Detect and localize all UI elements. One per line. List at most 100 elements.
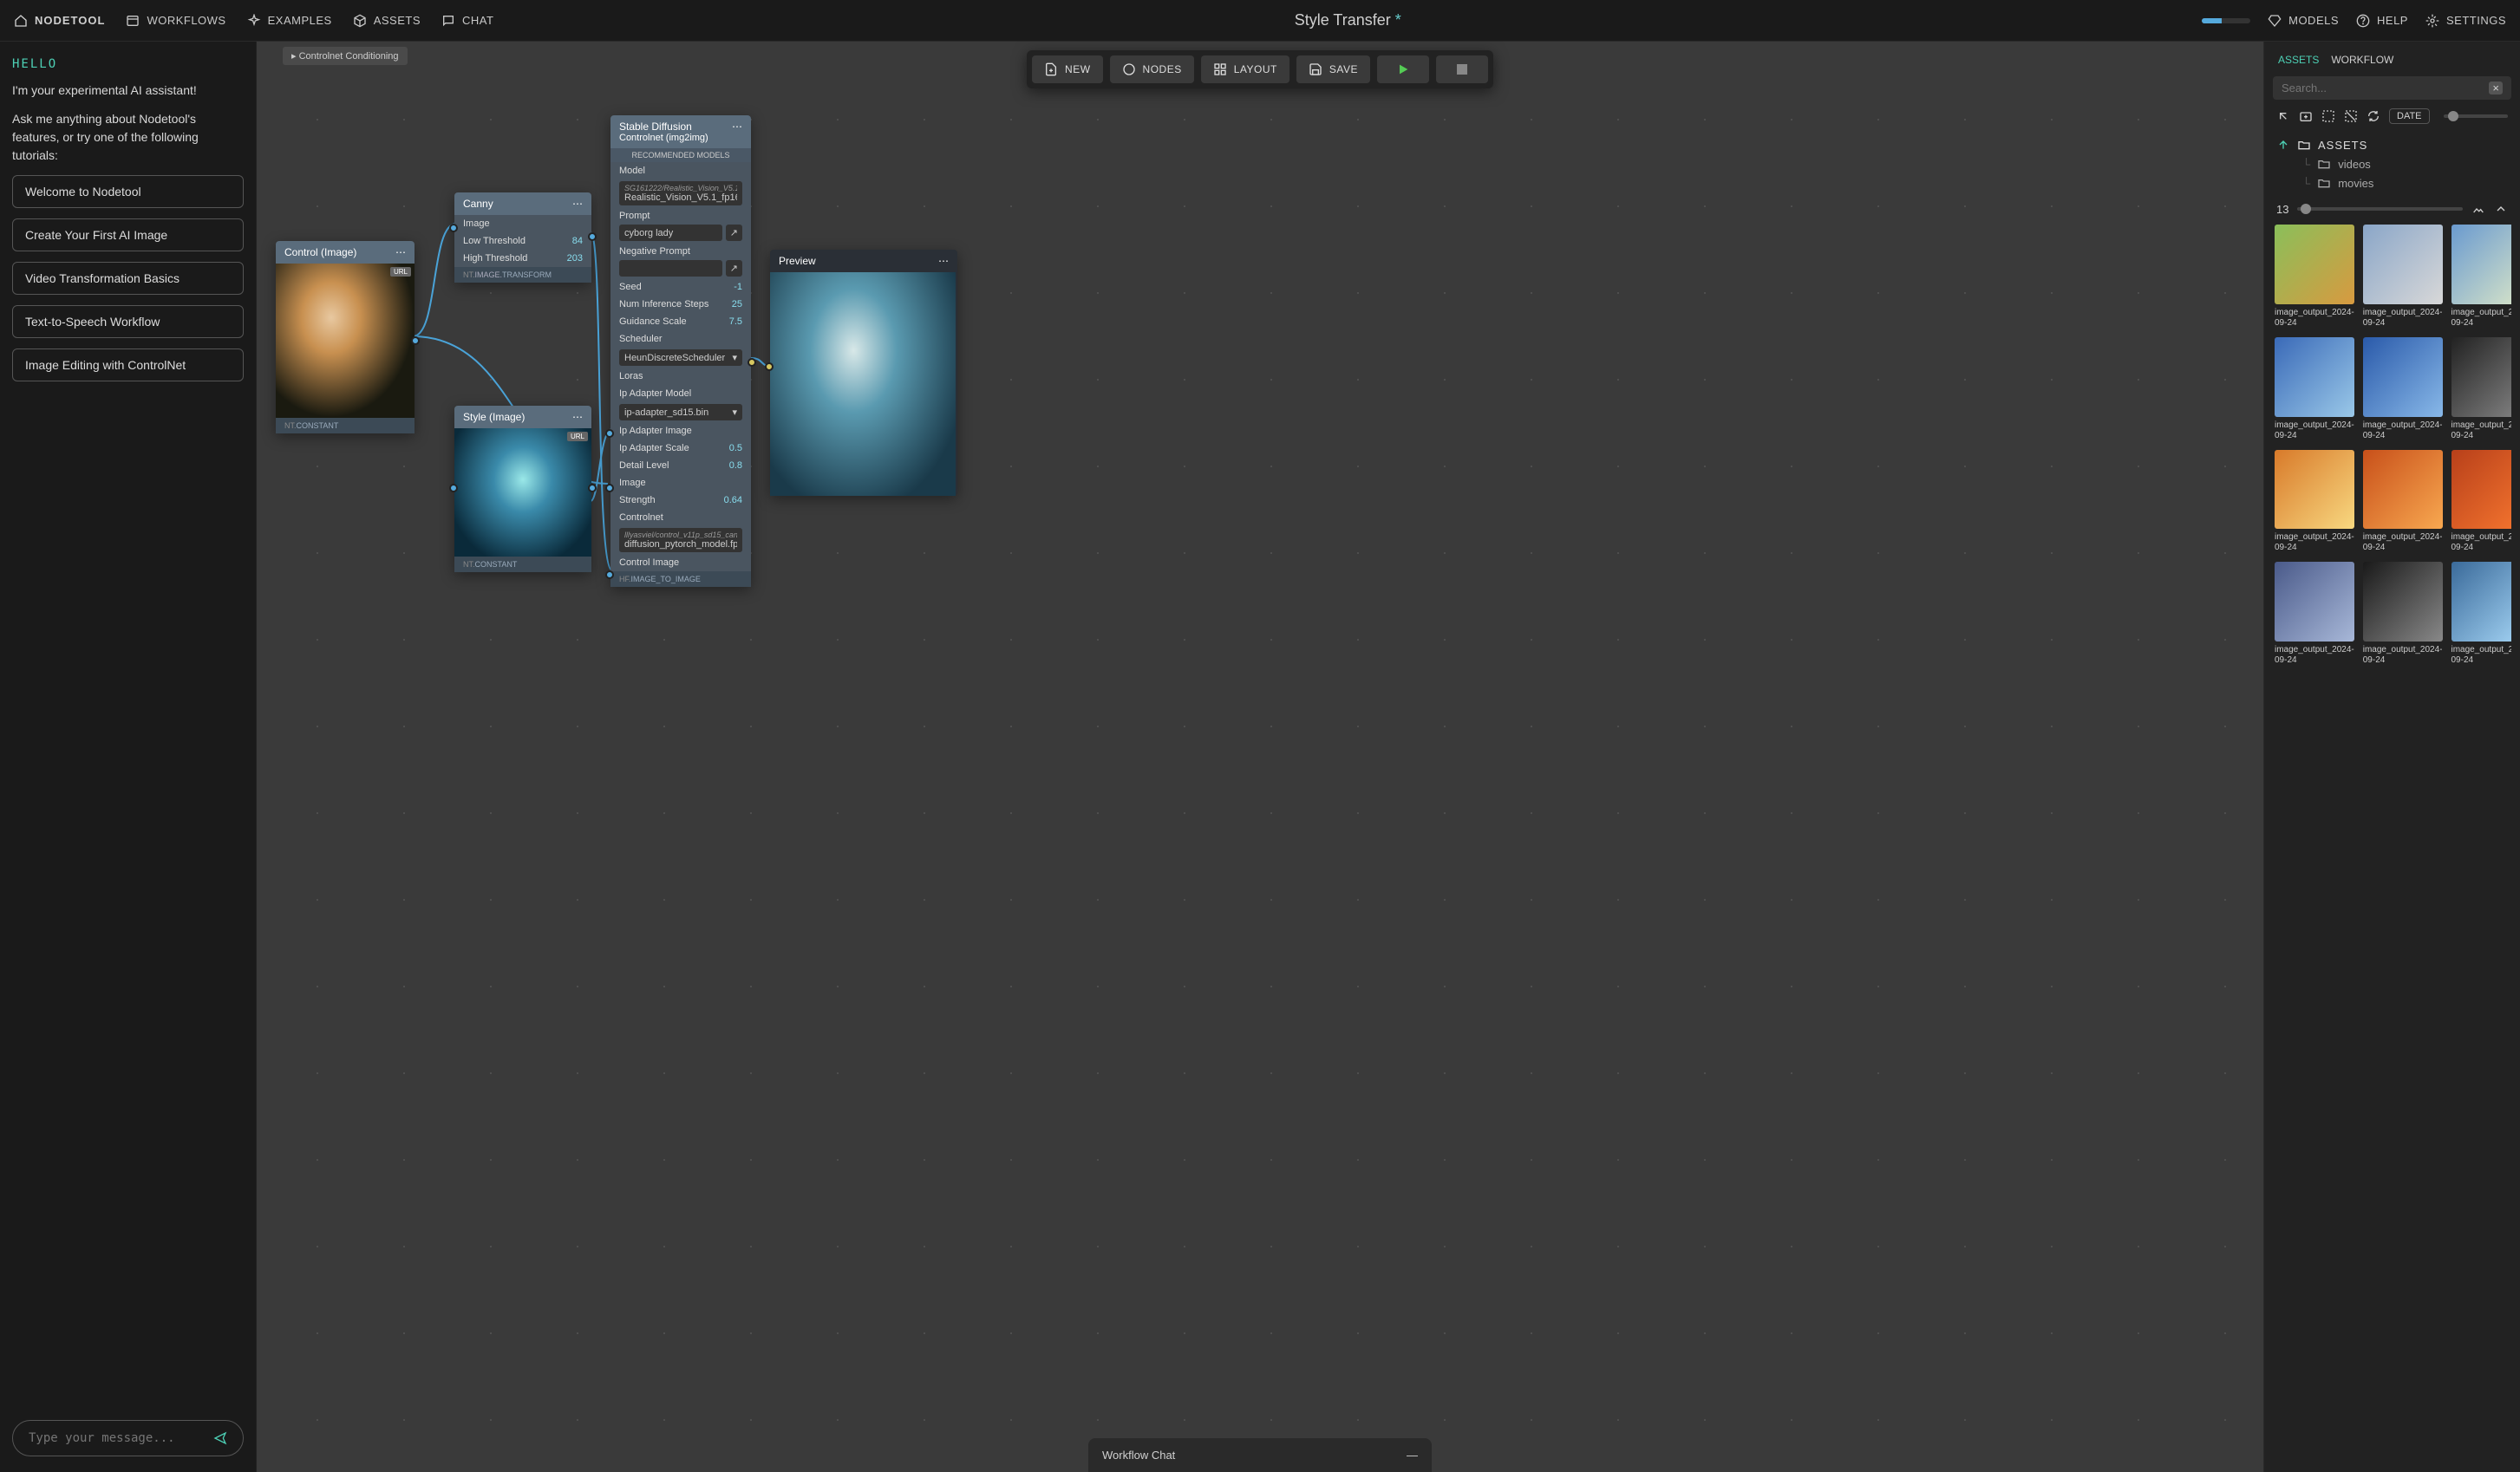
asset-search-input[interactable]: [2282, 81, 2489, 94]
tab-workflow[interactable]: WORKFLOW: [2331, 54, 2393, 66]
asset-item[interactable]: image_output_2024-09-24: [2363, 450, 2443, 554]
circle-icon: [1122, 62, 1136, 76]
chat-icon: [441, 14, 455, 28]
output-port[interactable]: [588, 232, 597, 241]
new-button[interactable]: NEW: [1032, 55, 1103, 83]
workflow-chat[interactable]: Workflow Chat —: [1088, 1438, 1432, 1472]
suggest-tts[interactable]: Text-to-Speech Workflow: [12, 305, 244, 338]
canvas-tag[interactable]: ▸ Controlnet Conditioning: [283, 47, 408, 65]
nav-workflows[interactable]: WORKFLOWS: [126, 14, 225, 28]
asset-grid: image_output_2024-09-24image_output_2024…: [2273, 223, 2511, 668]
folder-videos[interactable]: └ videos: [2276, 157, 2511, 171]
input-port-image[interactable]: [605, 484, 614, 492]
folder-icon: [2317, 157, 2331, 171]
node-stable-diffusion[interactable]: Stable Diffusion ⋯ Controlnet (img2img) …: [610, 115, 751, 587]
nav-models[interactable]: MODELS: [2268, 14, 2339, 28]
nodes-button[interactable]: NODES: [1110, 55, 1194, 83]
minimize-icon[interactable]: —: [1407, 1449, 1418, 1462]
assistant-panel: HELLO I'm your experimental AI assistant…: [0, 42, 257, 1472]
deselect-icon[interactable]: [2344, 109, 2358, 123]
asset-item[interactable]: image_output_2024-09-24: [2363, 562, 2443, 666]
asset-item[interactable]: image_output_2024-09-24: [2451, 562, 2512, 666]
assistant-hello: HELLO: [12, 57, 244, 71]
thumb-size-slider[interactable]: [2444, 114, 2508, 118]
output-port[interactable]: [748, 358, 756, 367]
sparkle-icon: [247, 14, 261, 28]
input-port-control[interactable]: [605, 570, 614, 579]
asset-item[interactable]: image_output_2024-09-24: [2275, 337, 2354, 441]
asset-name: image_output_2024-09-24: [2363, 308, 2443, 329]
node-preview[interactable]: Preview ⋯: [770, 250, 957, 496]
nav-help[interactable]: HELP: [2356, 14, 2408, 28]
recommended-models-button[interactable]: RECOMMENDED MODELS: [610, 148, 751, 162]
node-menu-icon[interactable]: ⋯: [395, 246, 406, 258]
node-menu-icon[interactable]: ⋯: [938, 255, 949, 267]
diamond-icon: [2268, 14, 2282, 28]
neg-prompt-input[interactable]: [619, 260, 722, 277]
node-canny[interactable]: Canny ⋯ Image Low Threshold84 High Thres…: [454, 192, 591, 283]
clear-search-icon[interactable]: ×: [2489, 81, 2503, 94]
suggest-controlnet[interactable]: Image Editing with ControlNet: [12, 348, 244, 381]
suggest-welcome[interactable]: Welcome to Nodetool: [12, 175, 244, 208]
asset-filter-slider[interactable]: [2297, 207, 2463, 211]
play-button[interactable]: [1377, 55, 1429, 83]
node-menu-icon[interactable]: ⋯: [572, 198, 583, 210]
upload-icon[interactable]: [2276, 138, 2290, 152]
expand-prompt-icon[interactable]: ↗: [726, 225, 742, 241]
suggest-video[interactable]: Video Transformation Basics: [12, 262, 244, 295]
select-all-icon[interactable]: [2321, 109, 2335, 123]
asset-item[interactable]: image_output_2024-09-24: [2451, 450, 2512, 554]
brand[interactable]: NODETOOL: [14, 14, 105, 28]
node-style-image[interactable]: Style (Image) ⋯ URL NT.CONSTANT: [454, 406, 591, 572]
send-icon[interactable]: [213, 1431, 227, 1445]
input-port[interactable]: [765, 362, 774, 371]
input-port-ipimage[interactable]: [605, 429, 614, 438]
prompt-input[interactable]: cyborg lady: [619, 225, 722, 241]
node-control-image[interactable]: Control (Image) ⋯ URL NT.CONSTANT: [276, 241, 415, 433]
output-port[interactable]: [588, 484, 597, 492]
asset-item[interactable]: image_output_2024-09-24: [2275, 225, 2354, 329]
add-folder-icon[interactable]: [2299, 109, 2313, 123]
layout-button[interactable]: LAYOUT: [1201, 55, 1289, 83]
control-image-preview[interactable]: URL: [276, 264, 415, 418]
up-left-icon[interactable]: [2276, 109, 2290, 123]
style-image-preview[interactable]: URL: [454, 428, 591, 557]
asset-item[interactable]: image_output_2024-09-24: [2451, 337, 2512, 441]
asset-item[interactable]: image_output_2024-09-24: [2363, 225, 2443, 329]
ip-model-select[interactable]: ip-adapter_sd15.bin▾: [619, 404, 742, 420]
refresh-icon[interactable]: [2367, 109, 2380, 123]
nav-assets[interactable]: ASSETS: [353, 14, 421, 28]
asset-item[interactable]: image_output_2024-09-24: [2275, 450, 2354, 554]
model-select[interactable]: SG161222/Realistic_Vision_V5.1_noVAE Rea…: [619, 181, 742, 205]
node-menu-icon[interactable]: ⋯: [572, 411, 583, 423]
asset-item[interactable]: image_output_2024-09-24: [2451, 225, 2512, 329]
suggest-first-image[interactable]: Create Your First AI Image: [12, 218, 244, 251]
asset-item[interactable]: image_output_2024-09-24: [2275, 562, 2354, 666]
preview-image: [770, 272, 956, 496]
folder-movies[interactable]: └ movies: [2276, 176, 2511, 190]
asset-count: 13: [2276, 203, 2288, 216]
input-port[interactable]: [449, 224, 458, 232]
nav-examples[interactable]: EXAMPLES: [247, 14, 332, 28]
nav-chat[interactable]: CHAT: [441, 14, 493, 28]
folder-root[interactable]: ASSETS: [2276, 138, 2511, 152]
controlnet-select[interactable]: lllyasviel/control_v11p_sd15_canny diffu…: [619, 528, 742, 552]
save-button[interactable]: SAVE: [1296, 55, 1370, 83]
output-port[interactable]: [411, 336, 420, 345]
sort-by-date[interactable]: DATE: [2389, 108, 2430, 124]
play-icon: [1396, 62, 1410, 76]
tab-assets[interactable]: ASSETS: [2278, 54, 2319, 66]
canvas[interactable]: ▸ Controlnet Conditioning NEW NODES LAYO…: [257, 42, 2263, 1472]
scheduler-select[interactable]: HeunDiscreteScheduler▾: [619, 349, 742, 366]
asset-item[interactable]: image_output_2024-09-24: [2363, 337, 2443, 441]
asset-thumb: [2275, 562, 2354, 642]
chevron-up-icon[interactable]: [2494, 202, 2508, 216]
gear-icon: [2425, 14, 2439, 28]
stop-button[interactable]: [1436, 55, 1488, 83]
chat-input[interactable]: [29, 1431, 205, 1445]
input-port[interactable]: [449, 484, 458, 492]
node-menu-icon[interactable]: ⋯: [732, 120, 742, 133]
expand-neg-icon[interactable]: ↗: [726, 260, 742, 277]
image-icon[interactable]: [2471, 202, 2485, 216]
nav-settings[interactable]: SETTINGS: [2425, 14, 2506, 28]
